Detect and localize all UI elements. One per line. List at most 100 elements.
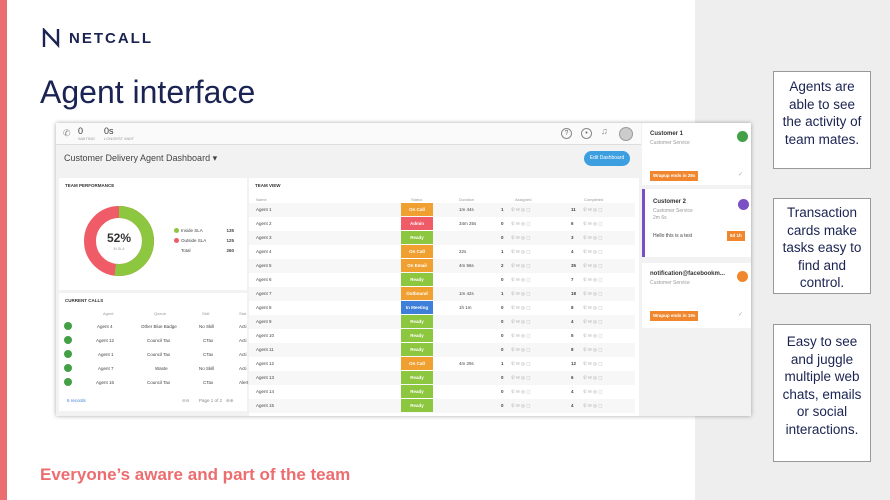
bottom-caption: Everyone’s aware and part of the team xyxy=(40,465,351,484)
completed-count: 6 xyxy=(571,221,574,226)
table-row[interactable]: Agent 13 Ready 0 ✆ ✉ ◎ ▢ 6 ✆ ✉ ◎ ▢ xyxy=(249,371,635,385)
agent-name: Agent 13 xyxy=(256,375,275,380)
duration: 1m 42s xyxy=(459,291,474,296)
assigned-count: 0 xyxy=(501,305,504,310)
table-row[interactable]: Agent 9 Ready 0 ✆ ✉ ◎ ▢ 4 ✆ ✉ ◎ ▢ xyxy=(249,315,635,329)
longest-wait-label: LONGEST WAIT xyxy=(104,136,135,141)
dashboard-title[interactable]: Customer Delivery Agent Dashboard ▾ xyxy=(64,153,217,164)
team-view-panel: TEAM VIEW Name Status Duration Assigned … xyxy=(249,178,639,416)
status-badge: Ready xyxy=(401,329,433,342)
pager-label: Page 1 of 2 xyxy=(199,398,223,403)
table-row[interactable]: Agent 15 Ready 0 ✆ ✉ ◎ ▢ 4 ✆ ✉ ◎ ▢ xyxy=(249,399,635,413)
table-row[interactable]: Agent 4 Other Blue Badge No Skill Acti xyxy=(59,320,247,334)
waiting-label: WAITING xyxy=(78,136,95,141)
status-badge: Ready xyxy=(401,385,433,398)
status-badge: On Email xyxy=(401,259,433,272)
completed-count: 6 xyxy=(571,375,574,380)
assigned-count: 0 xyxy=(501,235,504,240)
table-row[interactable]: Agent 2 Admin 34m 25s 0 ✆ ✉ ◎ ▢ 6 ✆ ✉ ◎ ▢ xyxy=(249,217,635,231)
assigned-channel-icons: ✆ ✉ ◎ ▢ xyxy=(511,403,531,408)
completed-count: 8 xyxy=(571,347,574,352)
help-icon[interactable]: ? xyxy=(561,128,572,139)
app-topbar: ✆ 0 WAITING 0s LONGEST WAIT ? • ♫ xyxy=(56,123,641,145)
table-row[interactable]: Agent 10 Ready 0 ✆ ✉ ◎ ▢ 5 ✆ ✉ ◎ ▢ xyxy=(249,329,635,343)
completed-channel-icons: ✆ ✉ ◎ ▢ xyxy=(583,333,603,338)
phone-icon: ✆ xyxy=(63,128,71,138)
check-icon[interactable]: ✓ xyxy=(738,311,743,318)
completed-channel-icons: ✆ ✉ ◎ ▢ xyxy=(583,347,603,352)
bell-icon[interactable]: ♫ xyxy=(601,126,608,136)
agent-name: Agent 5 xyxy=(256,263,272,268)
table-row[interactable]: Agent 14 Ready 0 ✆ ✉ ◎ ▢ 4 ✆ ✉ ◎ ▢ xyxy=(249,385,635,399)
agent-name: Agent 10 xyxy=(256,333,275,338)
card-name: notification@facebookm... xyxy=(650,271,725,277)
assigned-count: 0 xyxy=(501,403,504,408)
duration: 1h 1m xyxy=(459,305,472,310)
transaction-card-email[interactable]: notification@facebookm... Customer Servi… xyxy=(642,263,751,328)
assigned-channel-icons: ✆ ✉ ◎ ▢ xyxy=(511,347,531,352)
table-row[interactable]: Agent 8 In Meeting 1h 1m 0 ✆ ✉ ◎ ▢ 8 ✆ ✉ ◎ ▢ xyxy=(249,301,635,315)
avatar[interactable] xyxy=(619,127,633,141)
call-icon xyxy=(64,350,72,358)
completed-count: 3 xyxy=(571,235,574,240)
table-row[interactable]: Agent 16 Council Tax CTax Alert xyxy=(59,376,248,390)
completed-channel-icons: ✆ ✉ ◎ ▢ xyxy=(583,249,603,254)
assigned-channel-icons: ✆ ✉ ◎ ▢ xyxy=(511,333,531,338)
assigned-channel-icons: ✆ ✉ ◎ ▢ xyxy=(511,291,531,296)
legend-total: Total 260 xyxy=(181,248,234,253)
card-service: Customer Service xyxy=(650,280,690,286)
phone-icon xyxy=(737,131,748,142)
waiting-stat: 0 WAITING xyxy=(78,126,95,141)
assigned-channel-icons: ✆ ✉ ◎ ▢ xyxy=(511,319,531,324)
table-row[interactable]: Agent 12 Council Tax CTax Acti xyxy=(59,334,247,348)
email-icon xyxy=(737,271,748,282)
records-count: 6 records xyxy=(67,398,86,403)
completed-channel-icons: ✆ ✉ ◎ ▢ xyxy=(583,277,603,282)
check-icon[interactable]: ✓ xyxy=(738,171,743,178)
duration: 22s xyxy=(459,249,467,254)
card-name: Customer 2 xyxy=(653,199,687,205)
duration: 1m 44s xyxy=(459,207,474,212)
edit-dashboard-button[interactable]: Edit Dashboard xyxy=(584,151,630,166)
completed-channel-icons: ✆ ✉ ◎ ▢ xyxy=(583,221,603,226)
table-row[interactable]: Agent 5 On Email 4m 56s 2 ✆ ✉ ◎ ▢ 35 ✆ ✉ ◎ ▢ xyxy=(249,259,635,273)
assigned-count: 0 xyxy=(501,375,504,380)
netcall-logo: NETCALL xyxy=(42,28,153,48)
sla-percent: 52% xyxy=(106,231,132,245)
assigned-count: 0 xyxy=(501,333,504,338)
pager-prev-icon[interactable]: ⊖⊖ xyxy=(182,398,190,404)
table-row[interactable]: Agent 1 Council Tax CTax Acti xyxy=(59,348,247,362)
assigned-channel-icons: ✆ ✉ ◎ ▢ xyxy=(511,263,531,268)
status-badge: Ready xyxy=(401,343,433,356)
completed-channel-icons: ✆ ✉ ◎ ▢ xyxy=(583,319,603,324)
assigned-channel-icons: ✆ ✉ ◎ ▢ xyxy=(511,305,531,310)
table-row[interactable]: Agent 1 On Call 1m 44s 1 ✆ ✉ ◎ ▢ 11 ✆ ✉ ◎ ▢ xyxy=(249,203,635,217)
table-row[interactable]: Agent 6 Ready 0 ✆ ✉ ◎ ▢ 7 ✆ ✉ ◎ ▢ xyxy=(249,273,635,287)
agent-name: Agent 6 xyxy=(256,277,272,282)
table-row[interactable]: Agent 3 Ready 0 ✆ ✉ ◎ ▢ 3 ✆ ✉ ◎ ▢ xyxy=(249,231,635,245)
duration: 4m 56s xyxy=(459,263,474,268)
assigned-count: 2 xyxy=(501,263,504,268)
assigned-channel-icons: ✆ ✉ ◎ ▢ xyxy=(511,375,531,380)
transaction-card-customer-2[interactable]: Customer 2 Customer Service 2m 6s Hello … xyxy=(642,189,751,257)
assigned-count: 0 xyxy=(501,221,504,226)
wrapup-badge: Wrapup ends in 19s xyxy=(650,311,699,321)
pager-next-icon[interactable]: ⊕⊕ xyxy=(226,398,234,404)
team-view-title: TEAM VIEW xyxy=(255,183,281,188)
table-row[interactable]: Agent 7 Waste No Skill Acti xyxy=(59,362,247,376)
table-row[interactable]: Agent 12 On Call 4m 29s 1 ✆ ✉ ◎ ▢ 12 ✆ ✉ ◎ ▢ xyxy=(249,357,635,371)
sla-percent-label: IN SLA xyxy=(113,247,125,251)
table-row[interactable]: Agent 4 On Call 22s 1 ✆ ✉ ◎ ▢ 4 ✆ ✉ ◎ ▢ xyxy=(249,245,635,259)
callout-transaction-cards: Transaction cards make tasks easy to fin… xyxy=(773,198,871,294)
status-badge: Ready xyxy=(401,399,433,412)
status-badge: On Call xyxy=(401,245,433,258)
longest-wait-value: 0s xyxy=(104,126,114,136)
settings-icon[interactable]: • xyxy=(581,128,592,139)
table-row[interactable]: Agent 7 Outbound 1m 42s 1 ✆ ✉ ◎ ▢ 18 ✆ ✉ ◎ ▢ xyxy=(249,287,635,301)
agent-dashboard-screenshot: ✆ 0 WAITING 0s LONGEST WAIT ? • ♫ Custom… xyxy=(56,123,751,416)
completed-count: 4 xyxy=(571,389,574,394)
completed-channel-icons: ✆ ✉ ◎ ▢ xyxy=(583,361,603,366)
transaction-card-customer-1[interactable]: Customer 1 Customer Service Wrapup ends … xyxy=(642,123,751,185)
table-row[interactable]: Agent 11 Ready 0 ✆ ✉ ◎ ▢ 8 ✆ ✉ ◎ ▢ xyxy=(249,343,635,357)
callout-team-activity: Agents are able to see the activity of t… xyxy=(773,71,871,169)
